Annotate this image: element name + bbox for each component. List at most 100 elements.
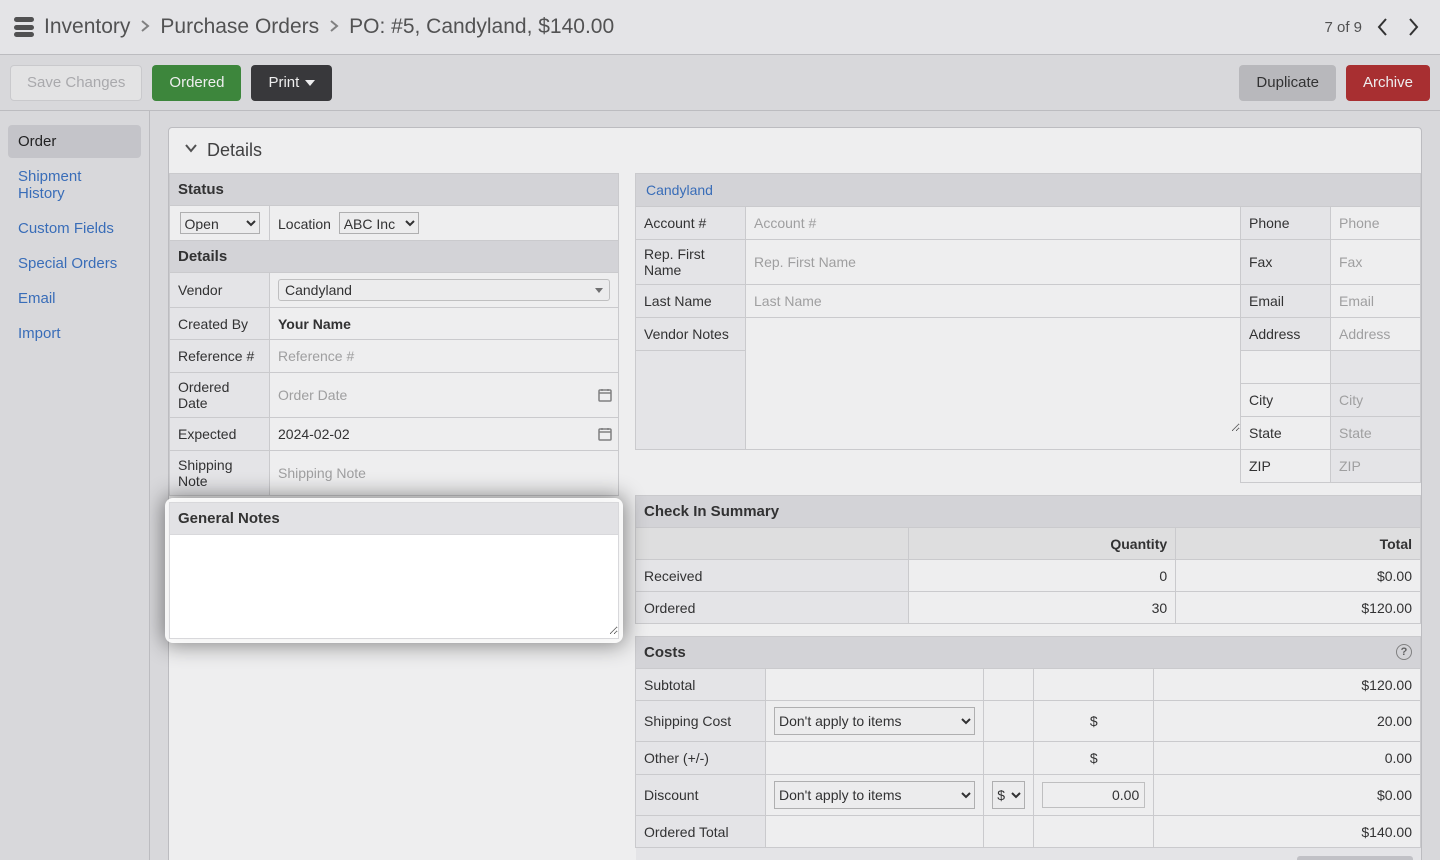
phone-input[interactable]	[1339, 213, 1412, 233]
shipping-note-label: Shipping Note	[170, 451, 270, 496]
vendor-label: Vendor	[170, 273, 270, 308]
address-label: Address	[1241, 318, 1331, 351]
vendor-notes-label: Vendor Notes	[636, 318, 746, 351]
account-input[interactable]	[754, 213, 1232, 233]
other-input[interactable]	[1162, 748, 1412, 768]
col-quantity: Quantity	[908, 528, 1175, 560]
ordered-total-value: $140.00	[1154, 816, 1421, 848]
received-total: $0.00	[1176, 560, 1421, 592]
general-notes-textarea[interactable]	[170, 535, 618, 635]
shipping-currency: $	[1034, 701, 1154, 742]
discount-value: $0.00	[1154, 775, 1421, 816]
discount-apply-select[interactable]: Don't apply to items	[774, 781, 975, 809]
breadcrumb-inventory[interactable]: Inventory	[44, 15, 130, 39]
other-label: Other (+/-)	[636, 742, 766, 775]
state-input[interactable]	[1339, 423, 1412, 443]
city-input[interactable]	[1339, 390, 1412, 410]
status-select[interactable]: Open	[180, 212, 260, 234]
sidebar-item-email[interactable]: Email	[8, 282, 141, 315]
vendor-notes-textarea[interactable]	[746, 332, 1240, 432]
chevron-down-icon	[305, 80, 315, 86]
shipping-note-input[interactable]	[278, 463, 610, 483]
ordered-date-input[interactable]	[278, 385, 610, 405]
apply-changes-button: Apply changes	[1297, 856, 1413, 860]
shipping-apply-select[interactable]: Don't apply to items	[774, 707, 975, 735]
reference-input[interactable]	[278, 346, 610, 366]
status-header: Status	[170, 174, 619, 206]
reference-label: Reference #	[170, 340, 270, 373]
sidebar-item-import[interactable]: Import	[8, 317, 141, 350]
print-button[interactable]: Print	[251, 65, 332, 101]
address-input[interactable]	[1339, 324, 1412, 344]
print-button-label: Print	[268, 74, 299, 91]
details-subheader: Details	[170, 241, 619, 273]
chevron-down-icon	[183, 140, 199, 161]
discount-amount-input[interactable]	[1042, 782, 1145, 808]
discount-label: Discount	[636, 775, 766, 816]
address2-input[interactable]	[1339, 357, 1412, 377]
zip-label: ZIP	[1241, 450, 1331, 483]
expected-label: Expected	[170, 418, 270, 451]
pager-prev-button[interactable]	[1370, 10, 1394, 44]
subtotal-value: $120.00	[1154, 669, 1421, 701]
received-label: Received	[636, 560, 909, 592]
inventory-icon	[14, 17, 34, 37]
ordered-status-button[interactable]: Ordered	[152, 65, 241, 101]
received-qty: 0	[908, 560, 1175, 592]
archive-button[interactable]: Archive	[1346, 65, 1430, 101]
ordered-qty: 30	[908, 592, 1175, 624]
fax-input[interactable]	[1339, 252, 1412, 272]
ordered-date-label: Ordered Date	[170, 373, 270, 418]
calendar-icon[interactable]	[598, 427, 612, 441]
chevron-down-icon	[595, 288, 603, 293]
location-select[interactable]: ABC Inc	[339, 212, 419, 234]
rep-first-name-input[interactable]	[754, 252, 1232, 272]
phone-label: Phone	[1241, 207, 1331, 240]
ordered-row-label: Ordered	[636, 592, 909, 624]
created-by-label: Created By	[170, 308, 270, 340]
save-changes-button: Save Changes	[10, 65, 142, 101]
breadcrumb-bar: Inventory Purchase Orders PO: #5, Candyl…	[0, 0, 1440, 55]
email-input[interactable]	[1339, 291, 1412, 311]
ordered-total-label: Ordered Total	[636, 816, 766, 848]
sidebar-item-order[interactable]: Order	[8, 125, 141, 158]
sidebar-item-special-orders[interactable]: Special Orders	[8, 247, 141, 280]
subtotal-label: Subtotal	[636, 669, 766, 701]
last-name-input[interactable]	[754, 291, 1232, 311]
other-currency: $	[1034, 742, 1154, 775]
sidebar: Order Shipment History Custom Fields Spe…	[0, 111, 150, 860]
fax-label: Fax	[1241, 240, 1331, 285]
zip-input[interactable]	[1339, 456, 1412, 476]
details-section-header[interactable]: Details	[169, 128, 1421, 173]
email-label: Email	[1241, 285, 1331, 318]
state-label: State	[1241, 417, 1331, 450]
vendor-link[interactable]: Candyland	[646, 182, 713, 198]
breadcrumb-purchase-orders[interactable]: Purchase Orders	[160, 15, 319, 39]
checkin-header: Check In Summary	[636, 496, 1421, 528]
created-by-value: Your Name	[278, 316, 351, 332]
chevron-right-icon	[329, 17, 339, 38]
vendor-select[interactable]: Candyland	[278, 279, 610, 301]
vendor-select-value: Candyland	[285, 282, 352, 298]
last-name-label: Last Name	[636, 285, 746, 318]
breadcrumb-current: PO: #5, Candyland, $140.00	[349, 15, 614, 39]
help-icon[interactable]: ?	[1396, 644, 1412, 660]
rep-first-name-label: Rep. First Name	[636, 240, 746, 285]
duplicate-button[interactable]: Duplicate	[1239, 65, 1336, 101]
shipping-cost-input[interactable]	[1162, 711, 1412, 731]
sidebar-item-shipment-history[interactable]: Shipment History	[8, 160, 141, 210]
pager-text: 7 of 9	[1324, 19, 1362, 36]
account-label: Account #	[636, 207, 746, 240]
costs-header: Costs ?	[636, 637, 1421, 669]
general-notes-header: General Notes	[170, 503, 619, 535]
city-label: City	[1241, 384, 1331, 417]
action-bar: Save Changes Ordered Print Duplicate Arc…	[0, 55, 1440, 111]
col-total: Total	[1176, 528, 1421, 560]
shipping-cost-label: Shipping Cost	[636, 701, 766, 742]
expected-input[interactable]	[278, 424, 610, 444]
sidebar-item-custom-fields[interactable]: Custom Fields	[8, 212, 141, 245]
pager-next-button[interactable]	[1402, 10, 1426, 44]
discount-currency-select[interactable]: $	[992, 781, 1025, 809]
chevron-right-icon	[140, 17, 150, 38]
calendar-icon[interactable]	[598, 388, 612, 402]
